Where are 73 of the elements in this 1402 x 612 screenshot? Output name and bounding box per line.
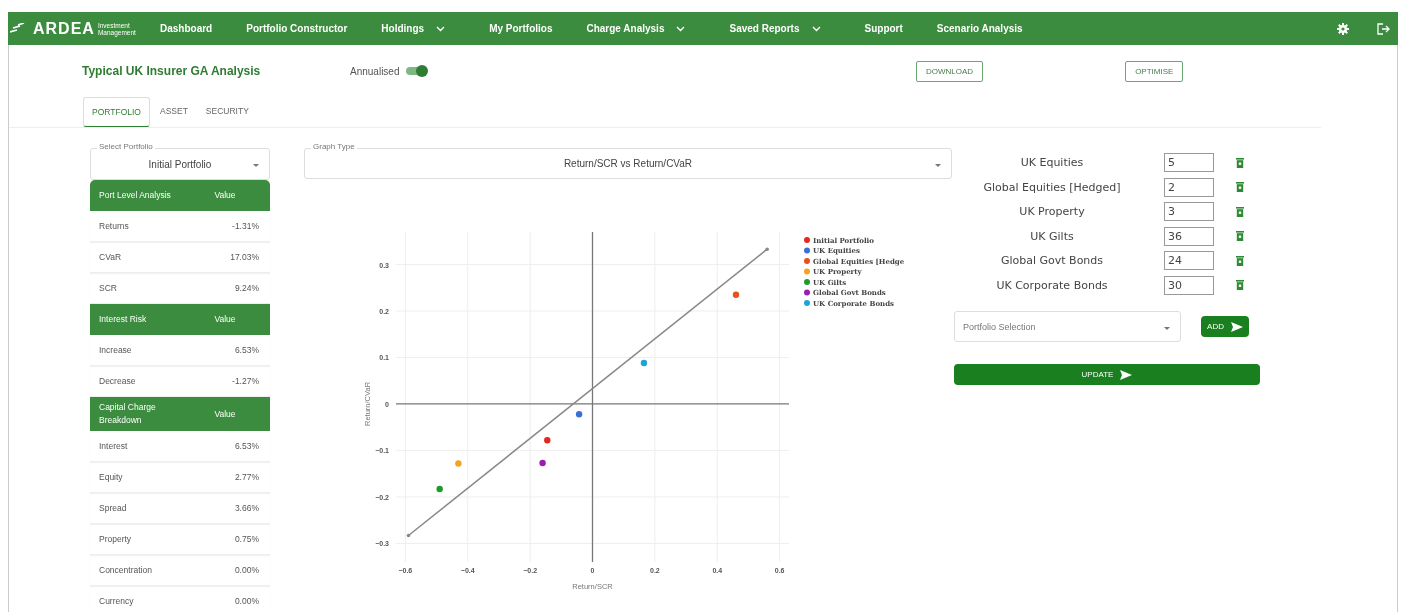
table-cell-text: Equity [98,470,124,484]
table-cell-text: 6.53% [233,343,259,357]
send-icon [1120,369,1133,380]
table-cell-text: 9.24% [233,281,259,295]
asset-name: UK Gilts [1029,229,1075,243]
tab[interactable]: PORTFOLIO [83,97,150,127]
update-button[interactable]: UPDATE [954,364,1260,385]
nav-menu-item[interactable]: Dashboard [160,23,213,34]
download-button[interactable]: DOWNLOAD [916,60,984,82]
table-cell-text: Interest [98,439,129,453]
logout-icon[interactable] [1377,22,1390,35]
nav-menu-item[interactable]: Holdings [381,23,446,34]
caret-icon [253,164,259,167]
asset-name: UK Property [1018,205,1086,219]
weight-input-field[interactable]: 36 [1164,226,1214,246]
optimise-button[interactable]: OPTIMISE [1125,60,1184,82]
nav-menu-item[interactable]: Charge Analysis [586,23,686,34]
add-button[interactable]: ADD [1201,316,1249,337]
table-header-cell-text: Value [213,407,237,421]
table-cell-text: Property [98,532,133,546]
send-icon [1230,321,1243,332]
trash-icon[interactable] [1236,157,1244,168]
table-header-cell-text: Value [213,189,237,202]
logo-text: ARDEA [33,19,95,38]
table-cell-text: CVaR [98,250,123,264]
table-cell-text: 2.77% [233,470,259,484]
table-cell-text: 0.75% [233,532,259,546]
tab[interactable]: ASSET [151,97,196,127]
portfolio-selection-select[interactable]: Portfolio Selection [954,311,1181,342]
table-header-cell-text: Value [213,313,237,326]
table-cell-text: -1.31% [231,219,259,233]
nav-menu-item[interactable]: Portfolio Constructor [246,23,348,34]
caret-icon [935,163,941,167]
trash-icon[interactable] [1236,280,1244,291]
trash-icon[interactable] [1236,206,1244,217]
table-cell-text: 0.00% [233,563,259,577]
asset-name: UK Equities [1019,156,1085,170]
table-cell-text: Concentration [98,563,153,577]
nav-menu-item[interactable]: Support [864,23,903,34]
table-cell-text: Spread [98,501,128,515]
table-cell-text: -1.27% [231,374,259,388]
trash-icon[interactable] [1236,182,1244,193]
table-header-cell-text: Capital Charge Breakdown [98,401,157,427]
table-cell-text: Decrease [98,374,137,388]
weight-input-field[interactable]: 2 [1164,177,1214,197]
settings-icon[interactable] [1337,22,1349,35]
tab[interactable]: SECURITY [197,97,257,127]
toggle-switch[interactable] [406,67,427,75]
table-cell-text: SCR [98,281,118,295]
table-cell-text: Returns [98,219,130,233]
table-cell-text: 6.53% [233,439,259,453]
nav-menu-item[interactable]: My Portfolios [489,23,553,34]
table-cell-text: 3.66% [233,501,259,515]
asset-name: Global Equities [Hedged] [982,180,1122,194]
trash-icon[interactable] [1236,255,1244,266]
table-cell-text: 17.03% [229,250,259,264]
table-cell-text: Increase [98,343,133,357]
asset-name: Global Govt Bonds [999,254,1105,268]
page-title: Typical UK Insurer GA Analysis [82,64,262,78]
nav-menu-item[interactable]: Saved Reports [729,23,821,34]
trash-icon[interactable] [1236,231,1244,242]
table-header-cell-text: Port Level Analysis [98,189,172,202]
caret-icon [1164,326,1170,330]
weight-input-field[interactable]: 3 [1164,202,1214,222]
toggle-label: Annualised [350,65,400,77]
table-cell-text: 0.00% [233,594,259,608]
table-header-cell-text: Interest Risk [98,313,148,326]
nav-menu-item[interactable]: Scenario Analysis [936,23,1023,34]
table-cell-text: Currency [98,594,135,608]
weight-input-field[interactable]: 30 [1164,275,1214,295]
weight-input-field[interactable]: 24 [1164,251,1214,271]
weight-input-field[interactable]: 5 [1164,153,1214,173]
asset-name: UK Corporate Bonds [995,278,1109,292]
